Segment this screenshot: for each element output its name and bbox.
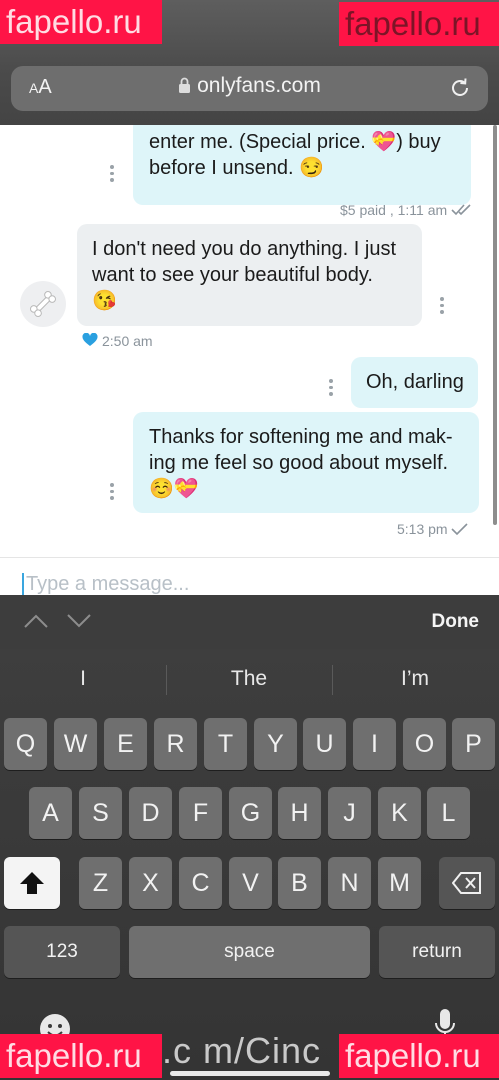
- key-f[interactable]: F: [179, 787, 222, 839]
- keyboard-toolbar: Done: [0, 595, 499, 649]
- key-z[interactable]: Z: [79, 857, 122, 909]
- address-bar[interactable]: AA onlyfans.com: [11, 66, 488, 111]
- key-h[interactable]: H: [278, 787, 321, 839]
- message-meta: $5 paid , 1:11 am: [340, 202, 475, 218]
- space-key[interactable]: space: [129, 926, 370, 978]
- key-d[interactable]: D: [129, 787, 172, 839]
- key-w[interactable]: W: [54, 718, 97, 770]
- message-bubble-sent[interactable]: enter me. (Special price. 💝) buy before …: [133, 125, 471, 205]
- prediction-1[interactable]: I: [0, 667, 166, 691]
- done-button[interactable]: Done: [432, 611, 480, 633]
- home-indicator[interactable]: [170, 1071, 330, 1076]
- message-input[interactable]: Type a message...: [22, 573, 189, 595]
- lock-icon: [179, 77, 191, 93]
- prediction-2[interactable]: The: [166, 667, 332, 691]
- key-l[interactable]: L: [427, 787, 470, 839]
- bone-icon: [30, 291, 56, 317]
- key-c[interactable]: C: [179, 857, 222, 909]
- shift-icon: [20, 872, 44, 894]
- chevron-down-icon[interactable]: [67, 613, 91, 629]
- scrollbar[interactable]: [493, 125, 497, 525]
- key-k[interactable]: K: [378, 787, 421, 839]
- key-u[interactable]: U: [303, 718, 346, 770]
- key-b[interactable]: B: [278, 857, 321, 909]
- key-n[interactable]: N: [328, 857, 371, 909]
- key-g[interactable]: G: [229, 787, 272, 839]
- message-options-icon[interactable]: [110, 165, 114, 185]
- key-e[interactable]: E: [104, 718, 147, 770]
- key-x[interactable]: X: [129, 857, 172, 909]
- key-s[interactable]: S: [79, 787, 122, 839]
- key-a[interactable]: A: [29, 787, 72, 839]
- reload-icon[interactable]: [448, 76, 472, 100]
- message-options-icon[interactable]: [329, 379, 333, 399]
- key-t[interactable]: T: [204, 718, 247, 770]
- key-i[interactable]: I: [353, 718, 396, 770]
- watermark: fapello.ru: [339, 1034, 499, 1078]
- key-v[interactable]: V: [229, 857, 272, 909]
- key-r[interactable]: R: [154, 718, 197, 770]
- backspace-icon: [451, 872, 481, 894]
- double-check-icon: [451, 204, 471, 216]
- message-bubble-sent[interactable]: Thanks for softening me and mak- ing me …: [133, 412, 479, 513]
- url-display[interactable]: onlyfans.com: [11, 74, 488, 98]
- numbers-key[interactable]: 123: [4, 926, 120, 978]
- url-text: onlyfans.com: [197, 74, 321, 97]
- predictive-bar: I The I’m: [0, 649, 499, 709]
- watermark-footer-text: .c m/Cinc: [162, 1030, 322, 1071]
- backspace-key[interactable]: [439, 857, 495, 909]
- return-key[interactable]: return: [379, 926, 495, 978]
- message-options-icon[interactable]: [440, 297, 444, 317]
- key-y[interactable]: Y: [254, 718, 297, 770]
- prediction-3[interactable]: I’m: [332, 667, 498, 691]
- key-p[interactable]: P: [452, 718, 495, 770]
- message-bubble-sent[interactable]: Oh, darling: [351, 357, 478, 408]
- shift-key[interactable]: [4, 857, 60, 909]
- key-q[interactable]: Q: [4, 718, 47, 770]
- chat-thread[interactable]: enter me. (Special price. 💝) buy before …: [0, 125, 499, 595]
- keyboard: Done I The I’m Q W E R T Y U I O P A S D…: [0, 595, 499, 1080]
- message-options-icon[interactable]: [110, 483, 114, 503]
- key-o[interactable]: O: [403, 718, 446, 770]
- message-meta: 2:50 am: [82, 332, 153, 349]
- check-icon: [451, 523, 469, 536]
- watermark: fapello.ru: [0, 1034, 162, 1078]
- message-meta: 5:13 pm: [397, 521, 469, 537]
- heart-icon[interactable]: [82, 332, 98, 347]
- watermark: fapello.ru: [339, 2, 499, 46]
- avatar[interactable]: [20, 281, 66, 327]
- chevron-up-icon[interactable]: [24, 613, 48, 629]
- message-bubble-received[interactable]: I don't need you do anything. I just wan…: [77, 224, 422, 326]
- key-m[interactable]: M: [378, 857, 421, 909]
- divider: [0, 557, 499, 558]
- watermark: fapello.ru: [0, 0, 162, 44]
- key-j[interactable]: J: [328, 787, 371, 839]
